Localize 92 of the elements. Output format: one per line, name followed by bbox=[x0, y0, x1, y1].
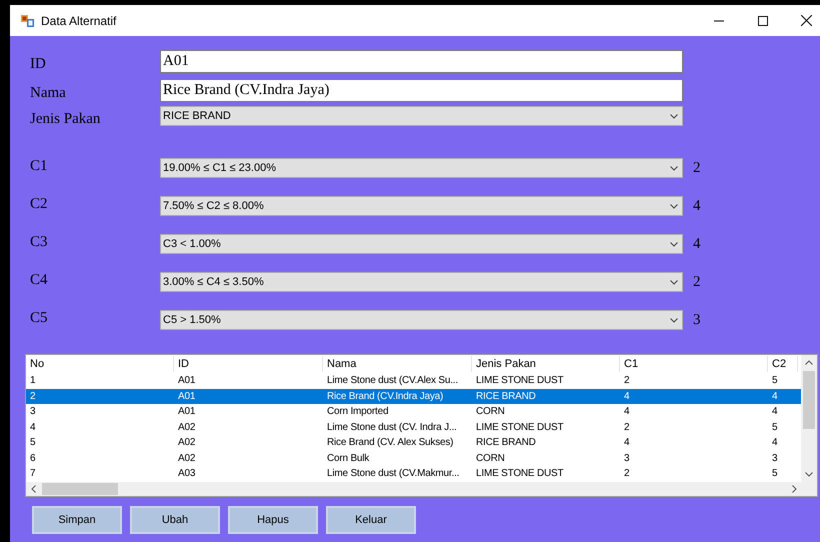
table-cell-text: Rice Brand (CV.Indra Jaya) bbox=[326, 390, 444, 404]
table-cell-text: 3 bbox=[623, 452, 630, 466]
score-value: 2 bbox=[693, 272, 700, 292]
table-cell-text: Lime Stone dust (CV.Alex Su... bbox=[326, 374, 459, 388]
table-cell-text: 1 bbox=[29, 374, 36, 388]
table-cell-text: 2 bbox=[623, 467, 630, 482]
table-cell-text: A03 bbox=[177, 467, 196, 482]
action-button[interactable]: Hapus bbox=[228, 506, 318, 534]
dropdown[interactable]: C3 < 1.00% bbox=[160, 234, 683, 254]
table-cell-text: Corn Bulk bbox=[326, 452, 370, 466]
table-row[interactable]: 5 A02 Rice Brand (CV. Alex Sukses) RICE BRAND 4 4 bbox=[26, 435, 801, 450]
field-label: C3 bbox=[30, 232, 49, 252]
field-label: Jenis Pakan bbox=[30, 110, 102, 129]
dropdown[interactable]: RICE BRAND bbox=[160, 106, 683, 126]
table-cell-text: 6 bbox=[29, 452, 36, 466]
table-cell-text: Corn Imported bbox=[326, 405, 390, 420]
table-cell-text: 7 bbox=[29, 467, 36, 482]
table-row[interactable]: 1 A01 Lime Stone dust (CV.Alex Su... LIME STONE DUST 2 5 bbox=[26, 373, 801, 388]
score-value: 2 bbox=[693, 158, 700, 178]
table-cell-text: RICE BRAND bbox=[475, 390, 537, 404]
field-label: Nama bbox=[30, 84, 67, 103]
table-cell-text: 5 bbox=[29, 436, 36, 450]
table-cell-text: A01 bbox=[177, 374, 196, 388]
scroll-down-icon[interactable] bbox=[805, 472, 813, 477]
scroll-right-icon[interactable] bbox=[792, 485, 797, 493]
table-cell-text: CORN bbox=[475, 452, 506, 466]
table-cell-text: Lime Stone dust (CV.Makmur... bbox=[326, 467, 460, 482]
table-cell-text: 2 bbox=[623, 374, 630, 388]
score-value: 4 bbox=[693, 234, 700, 254]
table-cell-text: A02 bbox=[177, 420, 196, 435]
dropdown[interactable]: 7.50% ≤ C2 ≤ 8.00% bbox=[160, 196, 683, 216]
scroll-thumb[interactable] bbox=[42, 483, 118, 495]
field-label: C1 bbox=[30, 156, 49, 176]
table-cell-text: A02 bbox=[177, 452, 196, 466]
column-header[interactable]: ID bbox=[174, 356, 323, 372]
table-cell-text: 2 bbox=[29, 390, 36, 404]
table-cell-text: 4 bbox=[771, 405, 778, 420]
window-title: Data Alternatif bbox=[41, 12, 116, 30]
text-field[interactable]: A01 bbox=[160, 50, 683, 72]
table-cell-text: LIME STONE DUST bbox=[475, 374, 564, 388]
table-cell-text: 4 bbox=[623, 405, 630, 420]
table-cell-text: 5 bbox=[771, 420, 778, 435]
horizontal-scrollbar[interactable] bbox=[26, 482, 817, 496]
field-label: ID bbox=[30, 54, 47, 74]
action-button[interactable]: Keluar bbox=[326, 506, 416, 534]
scroll-thumb[interactable] bbox=[803, 371, 815, 429]
table-cell-text: 3 bbox=[29, 405, 36, 420]
scroll-up-icon[interactable] bbox=[805, 360, 813, 365]
column-header[interactable]: Jenis Pakan bbox=[472, 356, 620, 372]
table-cell-text: 4 bbox=[623, 390, 630, 404]
table-row[interactable]: 3 A01 Corn Imported CORN 4 4 bbox=[26, 404, 801, 420]
field-label: C4 bbox=[30, 270, 49, 290]
dropdown[interactable]: C5 > 1.50% bbox=[160, 310, 683, 330]
scroll-left-icon[interactable] bbox=[31, 485, 36, 493]
table-cell-text: A01 bbox=[177, 405, 196, 420]
table-cell-text: 2 bbox=[623, 420, 630, 435]
score-value: 3 bbox=[693, 310, 700, 330]
table-cell-text: 4 bbox=[623, 436, 630, 450]
table-row[interactable]: 2 A01 Rice Brand (CV.Indra Jaya) RICE BRAND 4 4 bbox=[26, 388, 801, 404]
field-label: C2 bbox=[30, 194, 49, 214]
vertical-scrollbar[interactable] bbox=[801, 355, 817, 482]
table-cell-text: Lime Stone dust (CV. Indra J... bbox=[326, 420, 458, 435]
table-row[interactable]: 4 A02 Lime Stone dust (CV. Indra J... LIME STONE DUST 2 5 bbox=[26, 420, 801, 435]
table-cell-text: Rice Brand (CV. Alex Sukses) bbox=[326, 436, 454, 450]
column-header[interactable]: No bbox=[26, 356, 174, 372]
score-value: 4 bbox=[693, 196, 700, 216]
table-cell-text: CORN bbox=[475, 405, 506, 420]
dropdown[interactable]: 3.00% ≤ C4 ≤ 3.50% bbox=[160, 272, 683, 292]
dropdown[interactable]: 19.00% ≤ C1 ≤ 23.00% bbox=[160, 158, 683, 178]
app-icon bbox=[21, 14, 34, 26]
table-cell-text: 4 bbox=[771, 390, 778, 404]
field-label: C5 bbox=[30, 308, 49, 328]
column-header[interactable]: C1 bbox=[620, 356, 768, 372]
table-row[interactable]: 7 A03 Lime Stone dust (CV.Makmur... LIME STONE DUST 2 5 bbox=[26, 466, 801, 482]
table-cell-text: A02 bbox=[177, 436, 196, 450]
close-icon[interactable] bbox=[801, 15, 812, 26]
table-cell-text: LIME STONE DUST bbox=[475, 467, 564, 482]
table-cell-text: 5 bbox=[771, 374, 778, 388]
table-cell-text: 5 bbox=[771, 467, 778, 482]
action-button[interactable]: Ubah bbox=[130, 506, 220, 534]
table-cell-text: A01 bbox=[177, 390, 196, 404]
column-header[interactable]: Nama bbox=[323, 356, 472, 372]
table-cell-text: 4 bbox=[29, 420, 36, 435]
table-row[interactable]: 6 A02 Corn Bulk CORN 3 3 bbox=[26, 450, 801, 466]
maximize-icon[interactable] bbox=[758, 16, 768, 26]
column-header[interactable]: C2 bbox=[768, 356, 798, 372]
action-button[interactable]: Simpan bbox=[32, 506, 122, 534]
text-field[interactable]: Rice Brand (CV.Indra Jaya) bbox=[160, 78, 683, 102]
table-cell-text: 3 bbox=[771, 452, 778, 466]
table-cell-text: LIME STONE DUST bbox=[475, 420, 564, 435]
table-cell-text: 4 bbox=[771, 436, 778, 450]
table-cell-text: RICE BRAND bbox=[475, 436, 537, 450]
